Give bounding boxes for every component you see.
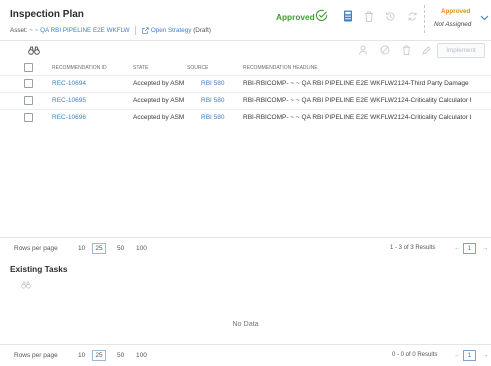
column-header[interactable]: RECOMMENDATION ID [52, 65, 107, 71]
history-icon[interactable] [384, 10, 396, 22]
page-number[interactable]: 1 [463, 243, 476, 254]
rows-option-25-selected[interactable]: 25 [92, 350, 106, 361]
header-divider [424, 5, 425, 33]
pencil-icon[interactable] [422, 45, 431, 55]
user-icon[interactable] [358, 45, 368, 55]
asset-link[interactable]: ~ ~ QA RBI PIPELINE E2E WKFLW [29, 27, 129, 34]
trash-icon[interactable] [363, 10, 375, 22]
table-row[interactable]: REC-10696 Accepted by ASM RBI 580 RBI-RB… [0, 109, 491, 126]
row-checkbox[interactable] [24, 96, 33, 105]
rows-option-50[interactable]: 50 [117, 352, 124, 359]
block-icon[interactable] [380, 45, 390, 55]
draft-label: (Draft) [193, 27, 212, 35]
rows-option-100[interactable]: 100 [136, 352, 147, 359]
prev-page-icon[interactable]: ← [454, 352, 461, 359]
headline-cell: RBI-RBICOMP- ~ ~ QA RBI PIPELINE E2E WKF… [243, 97, 472, 104]
implement-button[interactable]: Implement [437, 43, 485, 58]
headline-cell: RBI-RBICOMP- ~ ~ QA RBI PIPELINE E2E WKF… [243, 114, 472, 121]
state-cell: Accepted by ASM [133, 97, 185, 104]
select-all-checkbox[interactable] [24, 63, 33, 72]
rows-option-25-selected[interactable]: 25 [92, 243, 106, 254]
divider [135, 26, 137, 35]
source-link[interactable]: RBI 580 [201, 97, 225, 104]
existing-tasks-title: Existing Tasks [10, 264, 68, 274]
chevron-down-icon[interactable] [480, 13, 489, 22]
rows-option-100[interactable]: 100 [136, 245, 147, 252]
pager-separator [0, 344, 491, 345]
external-link-icon [142, 27, 149, 34]
recommendation-id-link[interactable]: REC-10695 [52, 97, 86, 104]
results-count: 0 - 0 of 0 Results [392, 352, 438, 358]
source-link[interactable]: RBI 580 [201, 80, 225, 87]
source-link[interactable]: RBI 580 [201, 114, 225, 121]
prev-page-icon[interactable]: ← [454, 245, 461, 252]
column-header[interactable]: STATE [133, 65, 148, 71]
row-checkbox[interactable] [24, 113, 33, 122]
rows-option-50[interactable]: 50 [117, 245, 124, 252]
state-cell: Accepted by ASM [133, 114, 185, 121]
page-title: Inspection Plan [10, 9, 84, 20]
pager: Rows per page 10 25 50 100 1 - 3 of 3 Re… [0, 242, 491, 258]
trash-icon[interactable] [401, 45, 411, 55]
rows-per-page-label: Rows per page [14, 245, 58, 252]
next-page-icon[interactable]: → [482, 245, 489, 252]
pager: Rows per page 10 25 50 100 0 - 0 of 0 Re… [0, 349, 491, 365]
table-row[interactable]: REC-10695 Accepted by ASM RBI 580 RBI-RB… [0, 92, 491, 109]
binoculars-icon[interactable] [21, 280, 31, 289]
asset-row: Asset: ~ ~ QA RBI PIPELINE E2E WKFLW Ope… [10, 26, 211, 35]
binoculars-icon[interactable] [28, 45, 40, 55]
table-header: RECOMMENDATION ID STATE SOURCE RECOMMEND… [0, 60, 491, 75]
status-state[interactable]: Approved [441, 8, 470, 15]
header-separator [0, 40, 491, 41]
status-assignee[interactable]: Not Assigned [434, 21, 471, 28]
page-number[interactable]: 1 [463, 350, 476, 361]
next-page-icon[interactable]: → [482, 352, 489, 359]
asset-label: Asset: [10, 27, 28, 35]
approved-label: Approved [276, 12, 315, 22]
state-cell: Accepted by ASM [133, 80, 185, 87]
rows-option-10[interactable]: 10 [78, 352, 85, 359]
recommendation-id-link[interactable]: REC-10694 [52, 80, 86, 87]
recommendation-id-link[interactable]: REC-10696 [52, 114, 86, 121]
refresh-icon[interactable] [406, 10, 418, 22]
headline-cell: RBI-RBICOMP- ~ ~ QA RBI PIPELINE E2E WKF… [243, 80, 469, 87]
check-circle-icon[interactable] [315, 9, 328, 22]
rows-option-10[interactable]: 10 [78, 245, 85, 252]
column-header[interactable]: SOURCE [187, 65, 208, 71]
calculator-icon[interactable] [342, 10, 354, 22]
rows-per-page-label: Rows per page [14, 352, 58, 359]
open-strategy-link[interactable]: Open Strategy [151, 27, 192, 34]
no-data-message: No Data [232, 319, 259, 328]
results-count: 1 - 3 of 3 Results [390, 245, 436, 251]
table-row[interactable]: REC-10694 Accepted by ASM RBI 580 RBI-RB… [0, 75, 491, 92]
pager-separator [0, 237, 491, 238]
column-header[interactable]: RECOMMENDATION HEADLINE [243, 65, 318, 71]
row-checkbox[interactable] [24, 79, 33, 88]
